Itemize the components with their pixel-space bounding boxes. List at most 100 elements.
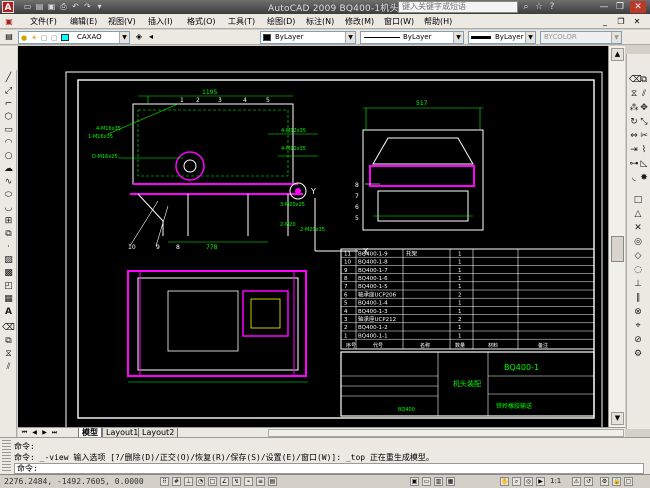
annotation-scale[interactable]: 1:1 [550, 477, 561, 485]
osnap-quadrant-icon[interactable]: ◇ [633, 250, 643, 262]
osnap-intersect-icon[interactable]: ✕ [633, 222, 643, 234]
trim-icon[interactable]: ✂ [639, 130, 649, 142]
horizontal-scrollbar[interactable] [268, 429, 624, 437]
layer-manager-icon[interactable]: ▤ [4, 32, 14, 42]
menu-help[interactable]: 帮助(H) [424, 16, 452, 28]
menu-edit[interactable]: 编辑(E) [70, 16, 97, 28]
multiline-text-icon[interactable]: A [2, 306, 15, 318]
star-icon[interactable]: ☆ [533, 1, 545, 13]
menu-window[interactable]: 窗口(W) [384, 16, 414, 28]
table-icon[interactable]: ▦ [2, 293, 15, 305]
osnap-midpoint-icon[interactable]: △ [633, 208, 643, 220]
arc-icon[interactable]: ◠ [2, 137, 15, 149]
scroll-up-icon[interactable]: ▲ [611, 48, 624, 61]
workspace-icon[interactable]: ⚙ [600, 477, 609, 486]
mirror-icon[interactable]: ⧖ [629, 88, 639, 100]
lweight-toggle-icon[interactable]: ≡ [256, 477, 265, 486]
osnap-nearest-icon[interactable]: ⌖ [633, 320, 643, 332]
menu-draw[interactable]: 绘图(D) [267, 16, 295, 28]
save-icon[interactable]: ▣ [46, 2, 57, 12]
osnap-perpendicular-icon[interactable]: ⊥ [633, 278, 643, 290]
binoculars-icon[interactable]: ⌕ [520, 1, 532, 13]
menu-modify[interactable]: 修改(M) [345, 16, 374, 28]
command-window-gripper[interactable] [2, 440, 11, 473]
osnap-none-icon[interactable]: ⊘ [633, 334, 643, 346]
menu-insert[interactable]: 插入(I) [148, 16, 173, 28]
osnap-tangent-icon[interactable]: ◌ [633, 264, 643, 276]
layer-dropdown[interactable]: ● ☀ ▢ ▢ CAXAO ▼ [18, 31, 130, 44]
ortho-toggle-icon[interactable]: ⊥ [184, 477, 193, 486]
explode-icon[interactable]: ✸ [639, 172, 649, 184]
osnap-node-icon[interactable]: ⊗ [633, 306, 643, 318]
command-input[interactable]: 命令: [14, 463, 644, 474]
osnap-settings-icon[interactable]: ⚙ [633, 348, 643, 360]
menu-view[interactable]: 视图(V) [108, 16, 136, 28]
osnap-toggle-icon[interactable]: □ [208, 477, 217, 486]
rectangle-icon[interactable]: ▭ [2, 124, 15, 136]
ducs-toggle-icon[interactable]: ↯ [232, 477, 241, 486]
offset-icon[interactable]: ⫽ [639, 88, 649, 100]
region-icon[interactable]: ◰ [2, 280, 15, 292]
chamfer-icon[interactable]: ◺ [639, 158, 649, 170]
quick-view-drawings-icon[interactable]: ▦ [446, 477, 455, 486]
redo-icon[interactable]: ↷ [82, 2, 93, 12]
showmotion-icon[interactable]: ▶ [536, 477, 545, 486]
snap-toggle-icon[interactable]: ⠿ [160, 477, 169, 486]
zoom-icon[interactable]: ⌕ [512, 477, 521, 486]
join-icon[interactable]: ⊶ [629, 158, 639, 170]
polygon-icon[interactable]: ⬡ [2, 111, 15, 123]
menu-tools[interactable]: 工具(T) [228, 16, 255, 28]
auto-scale-icon[interactable]: ↺ [584, 477, 593, 486]
doc-close-button[interactable]: ✕ [630, 16, 644, 27]
scroll-down-icon[interactable]: ▼ [611, 412, 624, 425]
drawing-canvas[interactable]: 1 2 3 4 5 1195 778 10 9 8 4-M16x35 1-M16… [18, 46, 608, 427]
extend-icon[interactable]: ⇥ [629, 144, 639, 156]
spline-icon[interactable]: ∿ [2, 176, 15, 188]
next-tab-icon[interactable]: ▶ [40, 428, 49, 437]
point-icon[interactable]: · [2, 241, 15, 253]
revcloud-icon[interactable]: ☁ [2, 163, 15, 175]
make-block-icon[interactable]: ⧉ [2, 228, 15, 240]
ellipse-icon[interactable]: ⬭ [2, 189, 15, 201]
menu-dimension[interactable]: 标注(N) [306, 16, 334, 28]
insert-block-icon[interactable]: ⊞ [2, 215, 15, 227]
circle-icon[interactable]: ○ [2, 150, 15, 162]
array-icon[interactable]: ⁂ [629, 102, 639, 114]
grid-toggle-icon[interactable]: # [172, 477, 181, 486]
erase-icon[interactable]: ⌫ [2, 322, 15, 334]
doc-restore-button[interactable]: ❐ [614, 16, 628, 27]
close-button[interactable]: ✕ [630, 1, 646, 13]
prev-tab-icon[interactable]: ◀ [30, 428, 39, 437]
copy-icon[interactable]: ⧉ [2, 335, 15, 347]
offset-icon[interactable]: ⫽ [2, 361, 15, 373]
mirror-icon[interactable]: ⧖ [2, 348, 15, 360]
move-icon[interactable]: ✥ [639, 102, 649, 114]
plotstyle-dropdown[interactable]: BYCOLOR ▼ [540, 31, 622, 44]
otrack-toggle-icon[interactable]: ∠ [220, 477, 229, 486]
copy-icon[interactable]: ⧉ [639, 74, 649, 86]
model-space-icon[interactable]: ▣ [410, 477, 419, 486]
osnap-endpoint-icon[interactable]: □ [633, 194, 643, 206]
open-icon[interactable]: ▤ [34, 2, 45, 12]
polyline-icon[interactable]: ⌐ [2, 98, 15, 110]
qp-toggle-icon[interactable]: ▤ [268, 477, 277, 486]
osnap-parallel-icon[interactable]: ∥ [633, 292, 643, 304]
vertical-scrollbar[interactable]: ▲ ▼ [608, 46, 625, 427]
first-tab-icon[interactable]: ⏮ [20, 428, 29, 437]
scale-icon[interactable]: ⤡ [639, 116, 649, 128]
quick-view-layouts-icon[interactable]: ▥ [434, 477, 443, 486]
pan-icon[interactable]: ✋ [500, 477, 509, 486]
menu-format[interactable]: 格式(O) [187, 16, 216, 28]
dyn-toggle-icon[interactable]: ⌁ [244, 477, 253, 486]
scroll-thumb[interactable] [611, 236, 624, 262]
clean-screen-icon[interactable]: ▢ [624, 477, 633, 486]
restore-button[interactable]: ❐ [612, 1, 628, 13]
menu-file[interactable]: 文件(F) [30, 16, 57, 28]
erase-icon[interactable]: ⌫ [629, 74, 642, 86]
polar-toggle-icon[interactable]: ◔ [196, 477, 205, 486]
gradient-icon[interactable]: ▩ [2, 267, 15, 279]
layer-previous-icon[interactable]: ◂ [146, 32, 156, 42]
dropdown-icon[interactable]: ▾ [94, 2, 105, 12]
search-input[interactable]: 键入关键字或短语 [398, 1, 518, 13]
make-current-icon[interactable]: ◈ [134, 32, 144, 42]
